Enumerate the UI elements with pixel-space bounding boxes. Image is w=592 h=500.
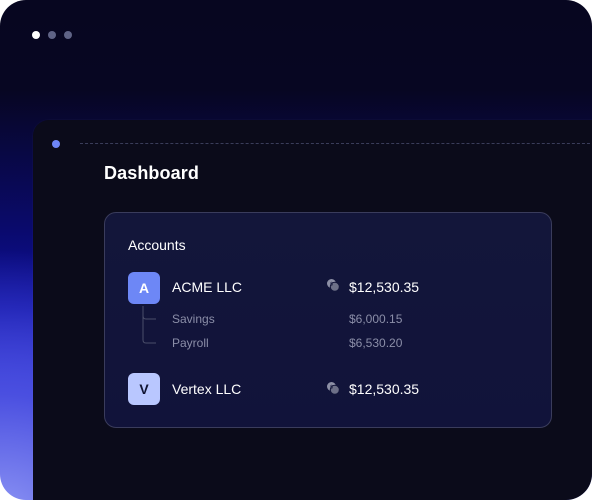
window-indicator-dot [52, 140, 60, 148]
app-frame: Dashboard Accounts A ACME LLC $ $12,530.… [0, 0, 592, 500]
carousel-dots [32, 31, 72, 39]
sub-account-name-payroll[interactable]: Payroll [172, 336, 209, 350]
svg-text:$: $ [330, 384, 334, 390]
page-title: Dashboard [104, 163, 199, 183]
dashboard-window: Dashboard Accounts A ACME LLC $ $12,530.… [33, 120, 592, 500]
account-avatar-vertex: V [128, 373, 160, 405]
sub-account-tree-lines [142, 306, 156, 344]
coins-icon: $ [327, 279, 340, 292]
accounts-card: Accounts A ACME LLC $ $12,530.35 Savings… [104, 212, 552, 428]
sub-account-balance-savings: $6,000.15 [349, 312, 403, 326]
dot-active[interactable] [32, 31, 40, 39]
accounts-card-title: Accounts [128, 237, 186, 253]
account-name-acme[interactable]: ACME LLC [172, 279, 242, 295]
sub-account-name-savings[interactable]: Savings [172, 312, 215, 326]
account-avatar-acme: A [128, 272, 160, 304]
dot-inactive[interactable] [48, 31, 56, 39]
account-balance-acme: $12,530.35 [349, 279, 420, 295]
account-name-vertex[interactable]: Vertex LLC [172, 381, 241, 397]
window-header-divider [80, 143, 592, 144]
account-balance-vertex: $12,530.35 [349, 381, 420, 397]
sub-account-balance-payroll: $6,530.20 [349, 336, 403, 350]
coins-icon: $ [327, 382, 340, 395]
svg-text:$: $ [330, 281, 334, 287]
dot-inactive[interactable] [64, 31, 72, 39]
